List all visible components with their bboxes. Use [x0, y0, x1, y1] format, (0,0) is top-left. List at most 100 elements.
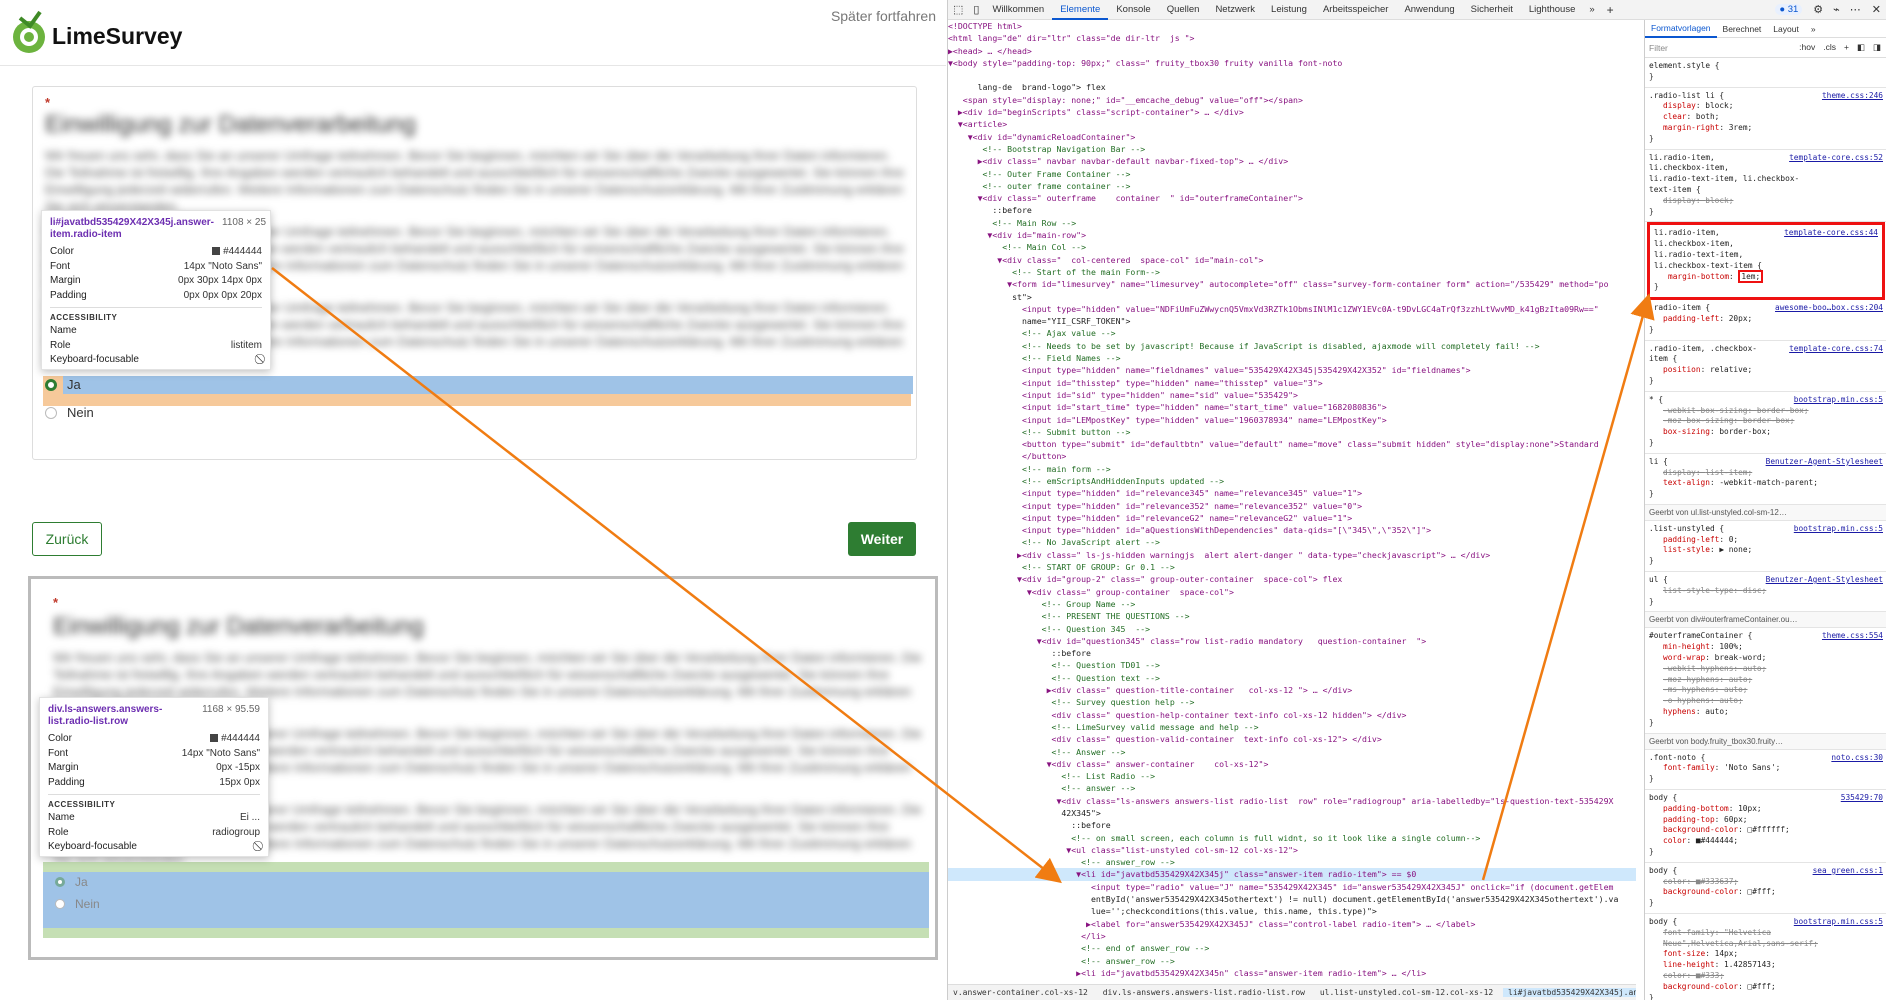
dom-line[interactable]: <!-- Outer Frame Container --> — [948, 168, 1636, 180]
css-property-name[interactable]: -moz-hyphens — [1663, 675, 1719, 684]
dom-line[interactable]: <!-- on small screen, each column is ful… — [948, 832, 1636, 844]
dom-line[interactable]: ▼<div id="group-2" class=" group-outer-c… — [948, 573, 1636, 585]
css-property[interactable]: margin-bottom: 1em; — [1654, 269, 1878, 283]
css-property-value[interactable]: 100%; — [1719, 642, 1742, 651]
css-property-name[interactable]: padding-top — [1663, 815, 1715, 824]
dom-line[interactable]: <!-- PRESENT THE QUESTIONS --> — [948, 610, 1636, 622]
css-property[interactable]: -webkit-box-sizing: border-box; — [1649, 406, 1883, 417]
css-property-value[interactable]: 3rem; — [1729, 123, 1752, 132]
css-property[interactable]: padding-left: 0; — [1649, 535, 1883, 546]
rule-source-link[interactable]: theme.css:554 — [1822, 631, 1883, 642]
dom-line[interactable]: <input id="sid" type="hidden" name="sid"… — [948, 389, 1636, 401]
dom-line[interactable]: <input type="radio" value="J" name="5354… — [948, 881, 1636, 893]
dom-line[interactable]: <input type="hidden" name="fieldnames" v… — [948, 364, 1636, 376]
dom-line[interactable]: <input id="LEMpostKey" type="hidden" val… — [948, 414, 1636, 426]
css-property-name[interactable]: box-sizing — [1663, 427, 1710, 436]
dom-line[interactable]: ▼<div id="question345" class="row list-r… — [948, 635, 1636, 647]
dom-line[interactable]: ▼<div class="ls-answers answers-list rad… — [948, 795, 1636, 807]
dom-line[interactable]: <!-- Answer --> — [948, 746, 1636, 758]
css-property-value[interactable]: block; — [1705, 101, 1733, 110]
style-rule[interactable]: .font-noto {noto.css:30 font-family: 'Not… — [1645, 750, 1886, 791]
rule-source-link[interactable]: theme.css:246 — [1822, 91, 1883, 102]
css-property-name[interactable]: -moz-box-sizing — [1663, 416, 1733, 425]
styles-filter-input[interactable]: Filter — [1649, 43, 1668, 53]
css-property-name[interactable]: padding-bottom — [1663, 804, 1729, 813]
style-rule[interactable]: li.radio-item, li.checkbox-item, li.radi… — [1645, 150, 1886, 223]
css-property-name[interactable]: word-wrap — [1663, 653, 1705, 662]
css-property-name[interactable]: -webkit-box-sizing — [1663, 406, 1748, 415]
dom-line[interactable]: <!-- Start of the main Form--> — [948, 266, 1636, 278]
rule-source-link[interactable]: Benutzer-Agent-Stylesheet — [1766, 575, 1883, 586]
css-property[interactable]: display: block; — [1649, 196, 1883, 207]
css-property-value[interactable]: 1.42857143; — [1724, 960, 1776, 969]
style-rule[interactable]: * {bootstrap.min.css:5 -webkit-box-sizing… — [1645, 392, 1886, 454]
css-property-name[interactable]: list-style — [1663, 545, 1710, 554]
dom-line[interactable]: ▶<head> … </head> — [948, 45, 1636, 57]
css-property[interactable]: padding-left: 20px; — [1649, 314, 1883, 325]
inspect-icon[interactable]: ⬚ — [948, 3, 968, 16]
style-rule[interactable]: ul {Benutzer-Agent-Stylesheet list-style-… — [1645, 572, 1886, 613]
dom-line[interactable]: lang-de brand-logo"> flex — [948, 81, 1636, 93]
dom-line[interactable]: </li> — [948, 930, 1636, 942]
css-property-name[interactable]: background-color — [1663, 825, 1738, 834]
css-property-value[interactable]: break-word; — [1715, 653, 1767, 662]
dom-line[interactable]: <input type="hidden" id="relevanceG2" na… — [948, 512, 1636, 524]
css-property[interactable]: display: list-item; — [1649, 468, 1883, 479]
css-property-value[interactable]: ▶ none; — [1719, 545, 1752, 554]
breadcrumb-0[interactable]: v.answer-container.col-xs-12 — [948, 988, 1093, 997]
css-property[interactable]: -moz-box-sizing: border-box; — [1649, 416, 1883, 427]
dom-line[interactable]: ::before — [948, 647, 1636, 659]
dom-line[interactable] — [948, 69, 1636, 81]
rule-source-link[interactable]: bootstrap.min.css:5 — [1794, 917, 1883, 928]
css-property-name[interactable]: padding-left — [1663, 535, 1719, 544]
css-property[interactable]: font-family: 'Noto Sans'; — [1649, 763, 1883, 774]
css-property-value[interactable]: auto; — [1719, 696, 1742, 705]
style-rule[interactable]: li.radio-item, li.checkbox-item, li.radi… — [1647, 222, 1885, 301]
dom-tree[interactable]: <!DOCTYPE html> <html lang="de" dir="ltr"… — [948, 20, 1636, 984]
rule-source-link[interactable]: template-core.css:74 — [1789, 344, 1883, 355]
dom-line[interactable]: <!-- Submit button --> — [948, 426, 1636, 438]
css-property-name[interactable]: margin-bottom — [1668, 272, 1729, 281]
dom-line[interactable]: <!-- Field Names --> — [948, 352, 1636, 364]
css-property-name[interactable]: display — [1663, 468, 1696, 477]
more-tabs-icon[interactable]: » — [1583, 4, 1600, 15]
rule-source-link[interactable]: template-core.css:44 — [1784, 228, 1878, 239]
tab-konsole[interactable]: Konsole — [1108, 4, 1158, 15]
css-property[interactable]: background-color: □#ffffff; — [1649, 825, 1883, 836]
css-property-value[interactable]: -webkit-match-parent; — [1719, 478, 1818, 487]
computed-toggle-icon[interactable]: ◧ — [1857, 42, 1865, 53]
add-tab-icon[interactable]: + — [1601, 3, 1620, 17]
dom-line[interactable]: <!-- START OF GROUP: Gr 0.1 --> — [948, 561, 1636, 573]
css-property[interactable]: color: ■#333; — [1649, 971, 1883, 982]
style-rule[interactable]: body {sea_green.css:1 color: ■#333637; bac… — [1645, 863, 1886, 914]
css-property-value[interactable]: □#ffffff; — [1748, 825, 1790, 834]
dom-line[interactable]: <!-- emScriptsAndHiddenInputs updated --… — [948, 475, 1636, 487]
tab-leistung[interactable]: Leistung — [1263, 4, 1315, 15]
breadcrumb-3[interactable]: li#javatbd535429X42X345j.answer-item.rad… — [1503, 988, 1636, 997]
css-property-name[interactable]: padding-left — [1663, 314, 1719, 323]
css-property-name[interactable]: color — [1663, 836, 1686, 845]
rule-source-link[interactable]: template-core.css:52 — [1789, 153, 1883, 164]
css-property-value[interactable]: 20px; — [1729, 314, 1752, 323]
dom-line[interactable]: <input type="hidden" id="aQuestionsWithD… — [948, 524, 1636, 536]
css-property[interactable]: clear: both; — [1649, 112, 1883, 123]
css-property[interactable]: padding-bottom: 10px; — [1649, 804, 1883, 815]
dom-line[interactable]: ▶<label for="answer535429X42X345J" class… — [948, 918, 1636, 930]
answer-item-nein[interactable]: Nein — [45, 405, 94, 420]
dom-line[interactable]: ▶<div class=" ls-js-hidden warningjs ale… — [948, 549, 1636, 561]
css-property[interactable]: min-height: 100%; — [1649, 642, 1883, 653]
dom-line[interactable]: <!-- Question TD01 --> — [948, 659, 1636, 671]
css-property-name[interactable]: line-height — [1663, 960, 1715, 969]
dom-line[interactable]: ▶<li id="javatbd535429X42X345n" class="a… — [948, 967, 1636, 979]
dom-line[interactable]: lue='';checkconditions(this.value, this.… — [948, 905, 1636, 917]
style-rule[interactable]: .radio-list li {theme.css:246 display: bl… — [1645, 88, 1886, 150]
css-property-value[interactable]: border-box; — [1757, 406, 1809, 415]
dom-line[interactable]: <!-- main form --> — [948, 463, 1636, 475]
css-property[interactable]: text-align: -webkit-match-parent; — [1649, 478, 1883, 489]
css-property[interactable]: hyphens: auto; — [1649, 707, 1883, 718]
css-property[interactable]: -webkit-hyphens: auto; — [1649, 664, 1883, 675]
css-property-name[interactable]: font-family — [1663, 763, 1715, 772]
css-property[interactable]: font-family: "Helvetica Neue",Helvetica,… — [1649, 928, 1883, 950]
tab-netzwerk[interactable]: Netzwerk — [1207, 4, 1263, 15]
tab-arbeitsspeicher[interactable]: Arbeitsspeicher — [1315, 4, 1396, 15]
